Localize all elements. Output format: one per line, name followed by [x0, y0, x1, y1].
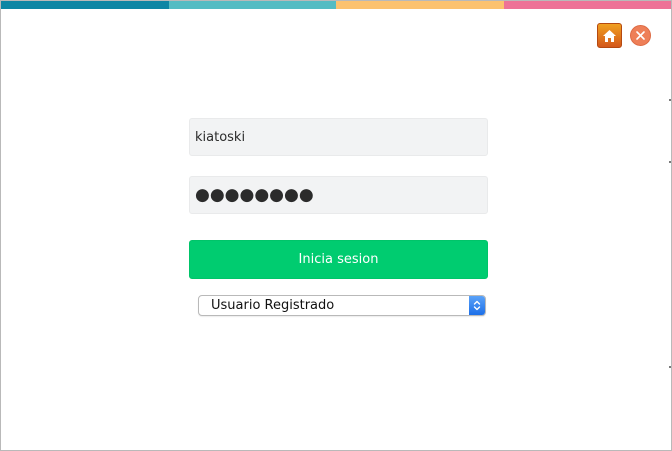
- color-strip-segment: [503, 1, 671, 9]
- close-icon: [636, 31, 645, 40]
- color-strip-segment: [168, 1, 336, 9]
- home-button[interactable]: [597, 23, 622, 48]
- up-down-chevron-icon: [469, 296, 485, 315]
- edge-mark: [669, 161, 671, 163]
- color-strip-segment: [336, 1, 504, 9]
- username-field[interactable]: [189, 118, 488, 156]
- color-strip: [1, 1, 671, 9]
- home-icon: [603, 29, 616, 42]
- password-field[interactable]: [189, 176, 488, 214]
- user-type-select-value: Usuario Registrado: [211, 298, 335, 313]
- edge-mark: [669, 366, 671, 368]
- user-type-select[interactable]: Usuario Registrado: [198, 295, 486, 316]
- close-button[interactable]: [630, 25, 651, 46]
- login-button[interactable]: Inicia sesion: [189, 240, 488, 279]
- login-window: Inicia sesion Usuario Registrado: [0, 0, 672, 451]
- color-strip-segment: [1, 1, 169, 9]
- edge-mark: [669, 99, 671, 101]
